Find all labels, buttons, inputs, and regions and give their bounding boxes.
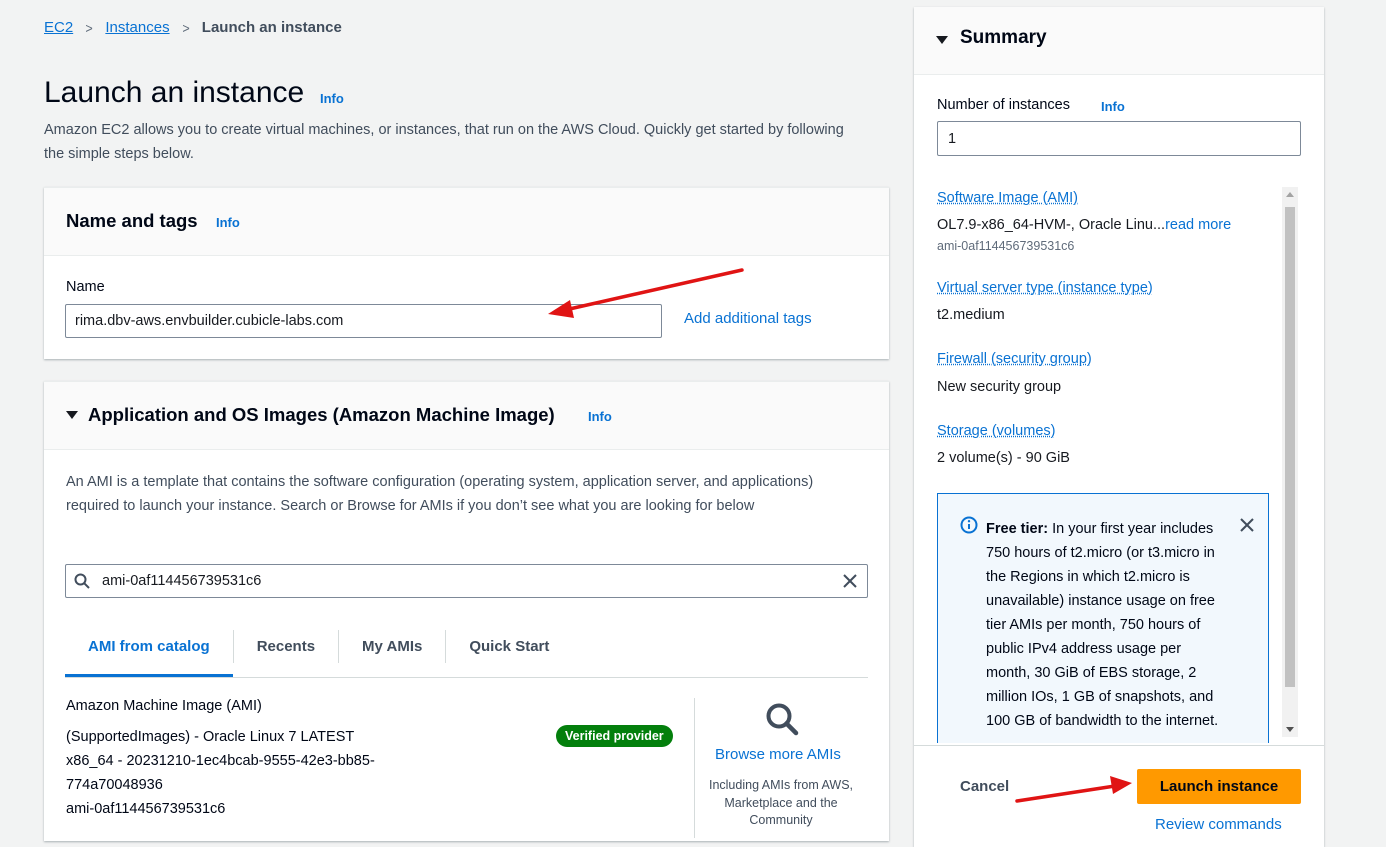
name-input[interactable]: [65, 304, 662, 338]
name-and-tags-info-link[interactable]: Info: [216, 215, 240, 230]
security-group-link[interactable]: Firewall (security group): [937, 351, 1092, 367]
ami-result-title: Amazon Machine Image (AMI): [66, 698, 262, 714]
number-of-instances-info-link[interactable]: Info: [1101, 99, 1125, 114]
caret-down-icon[interactable]: [66, 411, 78, 419]
free-tier-label: Free tier:: [986, 521, 1048, 537]
cancel-button[interactable]: Cancel: [960, 778, 1009, 795]
summary-scrollbar[interactable]: [1282, 187, 1298, 737]
add-additional-tags-link[interactable]: Add additional tags: [684, 310, 812, 327]
ami-result-description: (SupportedImages) - Oracle Linux 7 LATES…: [66, 725, 426, 821]
instance-type-value: t2.medium: [937, 307, 1005, 323]
breadcrumb-separator: >: [86, 20, 93, 36]
ami-search-value[interactable]: ami-0af114456739531c6: [102, 573, 261, 589]
tab-quick-start[interactable]: Quick Start: [445, 630, 572, 663]
breadcrumb-ec2[interactable]: EC2: [44, 19, 73, 36]
name-label: Name: [66, 279, 105, 295]
name-and-tags-header: Name and tags Info: [44, 188, 889, 256]
ami-header[interactable]: Application and OS Images (Amazon Machin…: [44, 382, 889, 450]
main-content: EC2 > Instances > Launch an instance Lau…: [0, 0, 906, 834]
tab-my-amis[interactable]: My AMIs: [338, 630, 445, 663]
ami-result-line: x86_64 - 20231210-1ec4bcab-9555-42e3-bb8…: [66, 749, 426, 773]
ami-search-field[interactable]: ami-0af114456739531c6: [65, 564, 868, 598]
ami-panel: Application and OS Images (Amazon Machin…: [44, 381, 889, 841]
summary-header[interactable]: Summary: [914, 7, 1324, 75]
breadcrumb-separator: >: [182, 20, 189, 36]
review-commands-link[interactable]: Review commands: [1155, 816, 1282, 833]
summary-heading: Summary: [960, 27, 1047, 49]
name-and-tags-heading: Name and tags: [66, 210, 198, 232]
ami-result-line: 774a70048936: [66, 773, 426, 797]
browse-more-amis-description: Including AMIs from AWS, Marketplace and…: [707, 777, 855, 830]
ami-info-link[interactable]: Info: [588, 409, 612, 424]
free-tier-alert: Free tier: In your first year includes 7…: [937, 493, 1269, 743]
tab-ami-from-catalog[interactable]: AMI from catalog: [65, 630, 233, 663]
close-icon[interactable]: [1238, 516, 1256, 534]
read-more-link[interactable]: read more: [1165, 217, 1231, 233]
verified-provider-badge: Verified provider: [556, 725, 673, 747]
browse-more-amis-link[interactable]: Browse more AMIs: [715, 746, 841, 763]
scroll-down-icon[interactable]: [1286, 727, 1294, 732]
scroll-up-icon[interactable]: [1286, 192, 1294, 197]
breadcrumb-instances[interactable]: Instances: [105, 19, 169, 36]
software-image-value: OL7.9-x86_64-HVM-, Oracle Linu...read mo…: [937, 217, 1231, 233]
summary-scroll-area: Software Image (AMI) OL7.9-x86_64-HVM-, …: [914, 187, 1324, 743]
security-group-value: New security group: [937, 379, 1061, 395]
ami-heading: Application and OS Images (Amazon Machin…: [88, 404, 555, 426]
divider: [694, 698, 695, 838]
summary-footer: Cancel Launch instance Review commands: [914, 745, 1324, 845]
page-info-link[interactable]: Info: [320, 91, 344, 106]
software-image-id: ami-0af114456739531c6: [937, 239, 1074, 253]
breadcrumb-current: Launch an instance: [202, 19, 342, 36]
free-tier-description: In your first year includes 750 hours of…: [986, 521, 1218, 729]
number-of-instances-input[interactable]: [937, 121, 1301, 156]
name-and-tags-panel: Name and tags Info Name Add additional t…: [44, 187, 889, 359]
search-icon: [74, 573, 90, 589]
clear-icon[interactable]: [841, 572, 859, 590]
search-icon[interactable]: [765, 702, 799, 736]
ami-result-id: ami-0af114456739531c6: [66, 797, 426, 821]
page-description: Amazon EC2 allows you to create virtual …: [44, 118, 864, 166]
ami-tabs: AMI from catalog Recents My AMIs Quick S…: [65, 630, 868, 678]
scrollbar-thumb[interactable]: [1285, 207, 1295, 687]
launch-instance-button[interactable]: Launch instance: [1137, 769, 1301, 804]
free-tier-text: Free tier: In your first year includes 7…: [986, 517, 1226, 733]
storage-value: 2 volume(s) - 90 GiB: [937, 450, 1070, 466]
info-icon: [960, 516, 978, 534]
breadcrumb: EC2 > Instances > Launch an instance: [44, 19, 342, 36]
software-image-link[interactable]: Software Image (AMI): [937, 190, 1078, 206]
caret-down-icon[interactable]: [936, 36, 948, 44]
instance-type-link[interactable]: Virtual server type (instance type): [937, 280, 1153, 296]
number-of-instances-label: Number of instances: [937, 97, 1070, 113]
software-image-name: OL7.9-x86_64-HVM-, Oracle Linu...: [937, 217, 1165, 233]
storage-link[interactable]: Storage (volumes): [937, 423, 1055, 439]
page-title: Launch an instance: [44, 76, 304, 110]
summary-panel: Summary Number of instances Info Softwar…: [914, 7, 1324, 847]
tab-recents[interactable]: Recents: [233, 630, 338, 663]
ami-result-line: (SupportedImages) - Oracle Linux 7 LATES…: [66, 725, 426, 749]
ami-description: An AMI is a template that contains the s…: [66, 470, 866, 518]
